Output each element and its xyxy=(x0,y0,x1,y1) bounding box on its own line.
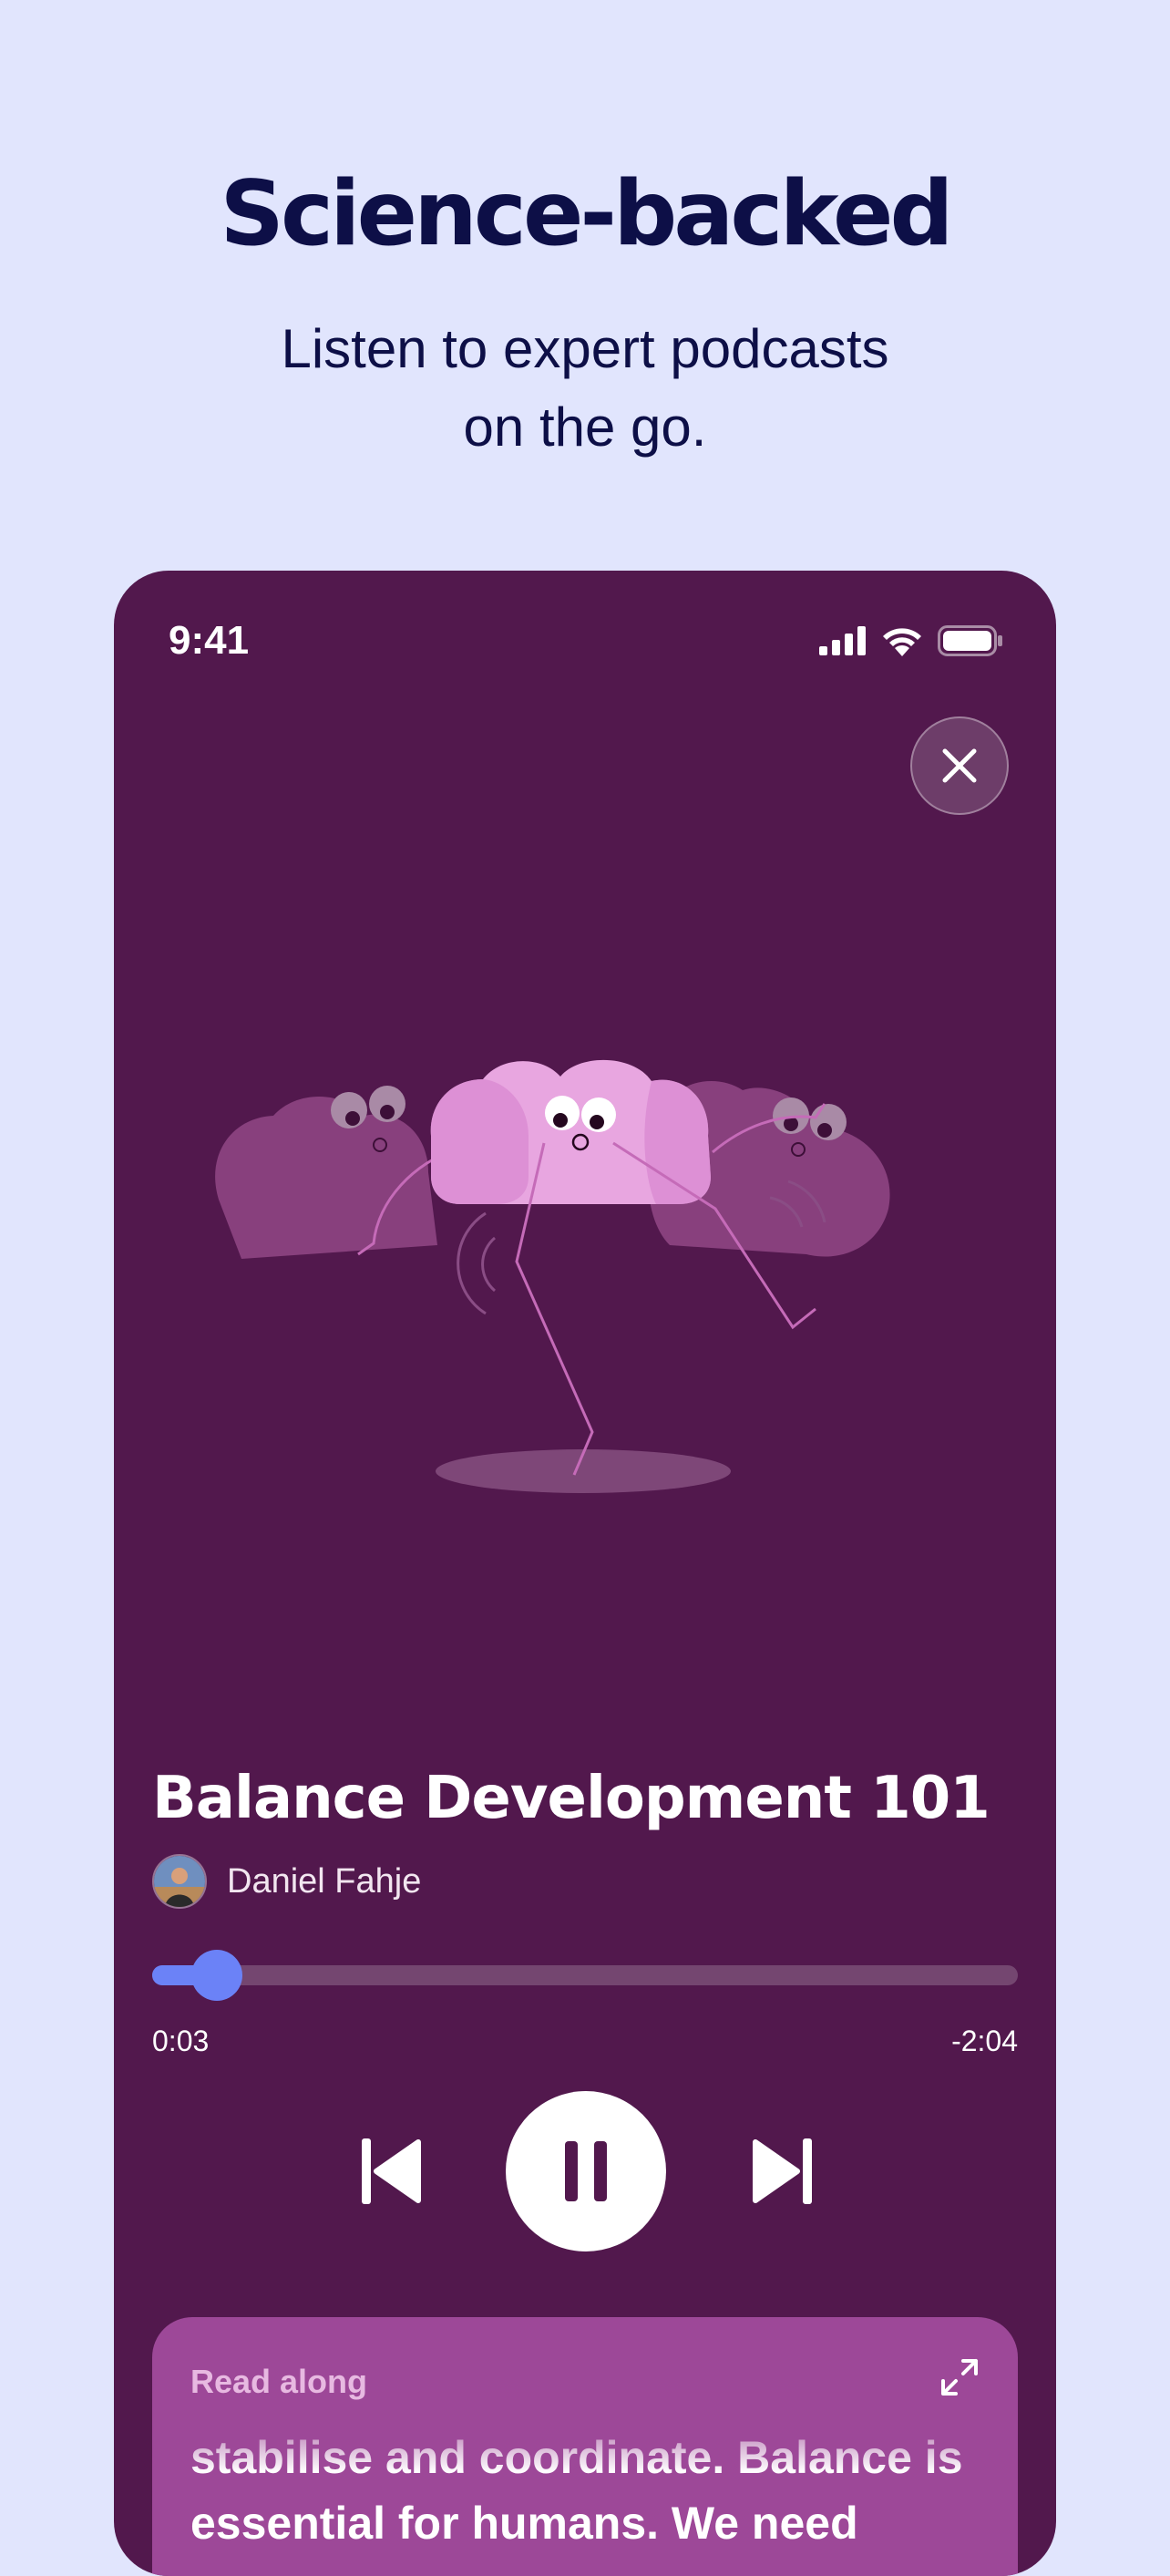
battery-icon xyxy=(938,625,1002,656)
status-icons xyxy=(819,625,1003,656)
pause-button[interactable] xyxy=(506,2091,666,2251)
progress-slider[interactable] xyxy=(152,1950,1018,2001)
author-row[interactable]: Daniel Fahje xyxy=(152,1854,421,1909)
previous-icon[interactable] xyxy=(362,2138,422,2204)
close-button[interactable] xyxy=(910,716,1009,815)
avatar xyxy=(152,1854,207,1909)
time-elapsed: 0:03 xyxy=(152,2025,210,2057)
pause-icon xyxy=(565,2141,607,2201)
hero-title: Science-backed xyxy=(220,162,953,266)
expand-icon[interactable] xyxy=(939,2357,980,2397)
next-icon[interactable] xyxy=(752,2138,812,2204)
status-time: 9:41 xyxy=(169,618,250,663)
wifi-icon xyxy=(883,628,921,656)
playback-controls xyxy=(114,2091,1056,2255)
hero-subtitle: Listen to expert podcasts on the go. xyxy=(281,318,889,458)
signal-icon xyxy=(819,626,866,655)
track-title: Balance Development 101 xyxy=(152,1765,990,1832)
read-along-card[interactable]: Read along stabilise and coordinate. Bal… xyxy=(152,2317,1018,2576)
close-icon xyxy=(942,748,977,783)
read-along-fade xyxy=(152,2408,1018,2472)
progress-thumb[interactable] xyxy=(191,1950,243,2001)
brain-character-illustration xyxy=(215,1059,890,1493)
read-along-label: Read along xyxy=(190,2363,368,2400)
time-remaining: -2:04 xyxy=(951,2025,1018,2057)
author-name: Daniel Fahje xyxy=(227,1861,422,1901)
phone-frame: 9:41 Balance Development 101 Daniel Fahj… xyxy=(114,571,1056,2576)
avatar-image xyxy=(154,1856,205,1907)
